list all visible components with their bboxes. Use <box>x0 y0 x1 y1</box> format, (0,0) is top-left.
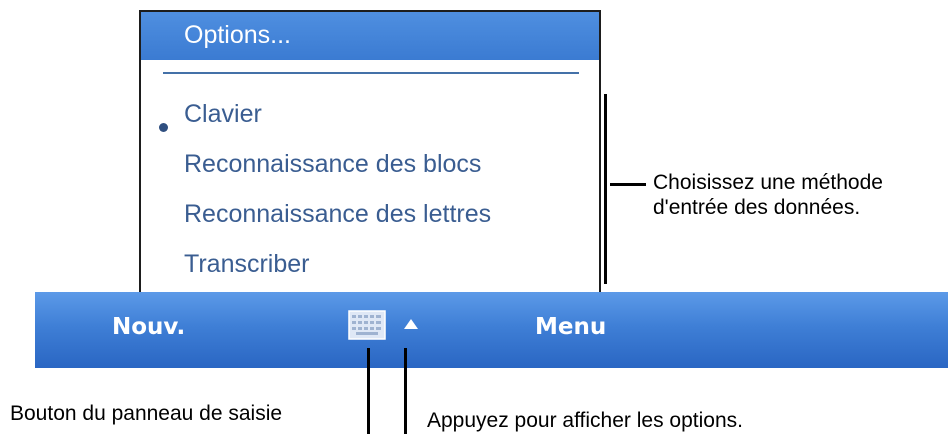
menu-bracket-line <box>604 94 607 284</box>
menu-item-reconnaissance-lettres[interactable]: Reconnaissance des lettres <box>184 200 491 229</box>
callout-input-panel-button: Bouton du panneau de saisie <box>10 402 283 425</box>
menu-item-reconnaissance-blocs[interactable]: Reconnaissance des blocs <box>184 150 481 179</box>
menu-header-options[interactable]: Options... <box>141 12 599 60</box>
selected-bullet-icon <box>159 123 168 132</box>
menu-callout-line <box>610 183 646 186</box>
options-callout-line <box>404 348 407 434</box>
soft-key-bar: Nouv. Menu <box>35 292 948 368</box>
callout-input-method-line2: d'entrée des données. <box>653 196 861 219</box>
input-method-menu: Options... Clavier Reconnaissance des bl… <box>139 10 601 292</box>
input-panel-callout-line <box>367 348 370 434</box>
menu-divider <box>163 72 579 74</box>
callout-input-method-line1: Choisissez une méthode <box>653 171 883 194</box>
menu-softkey-button[interactable]: Menu <box>535 314 606 340</box>
triangle-up-icon[interactable] <box>403 318 419 330</box>
menu-item-clavier[interactable]: Clavier <box>184 100 262 129</box>
callout-show-options: Appuyez pour afficher les options. <box>427 409 743 432</box>
keyboard-icon[interactable] <box>348 310 386 340</box>
new-softkey-button[interactable]: Nouv. <box>112 314 185 340</box>
menu-header-label: Options... <box>184 21 291 49</box>
menu-item-transcriber[interactable]: Transcriber <box>184 250 310 279</box>
